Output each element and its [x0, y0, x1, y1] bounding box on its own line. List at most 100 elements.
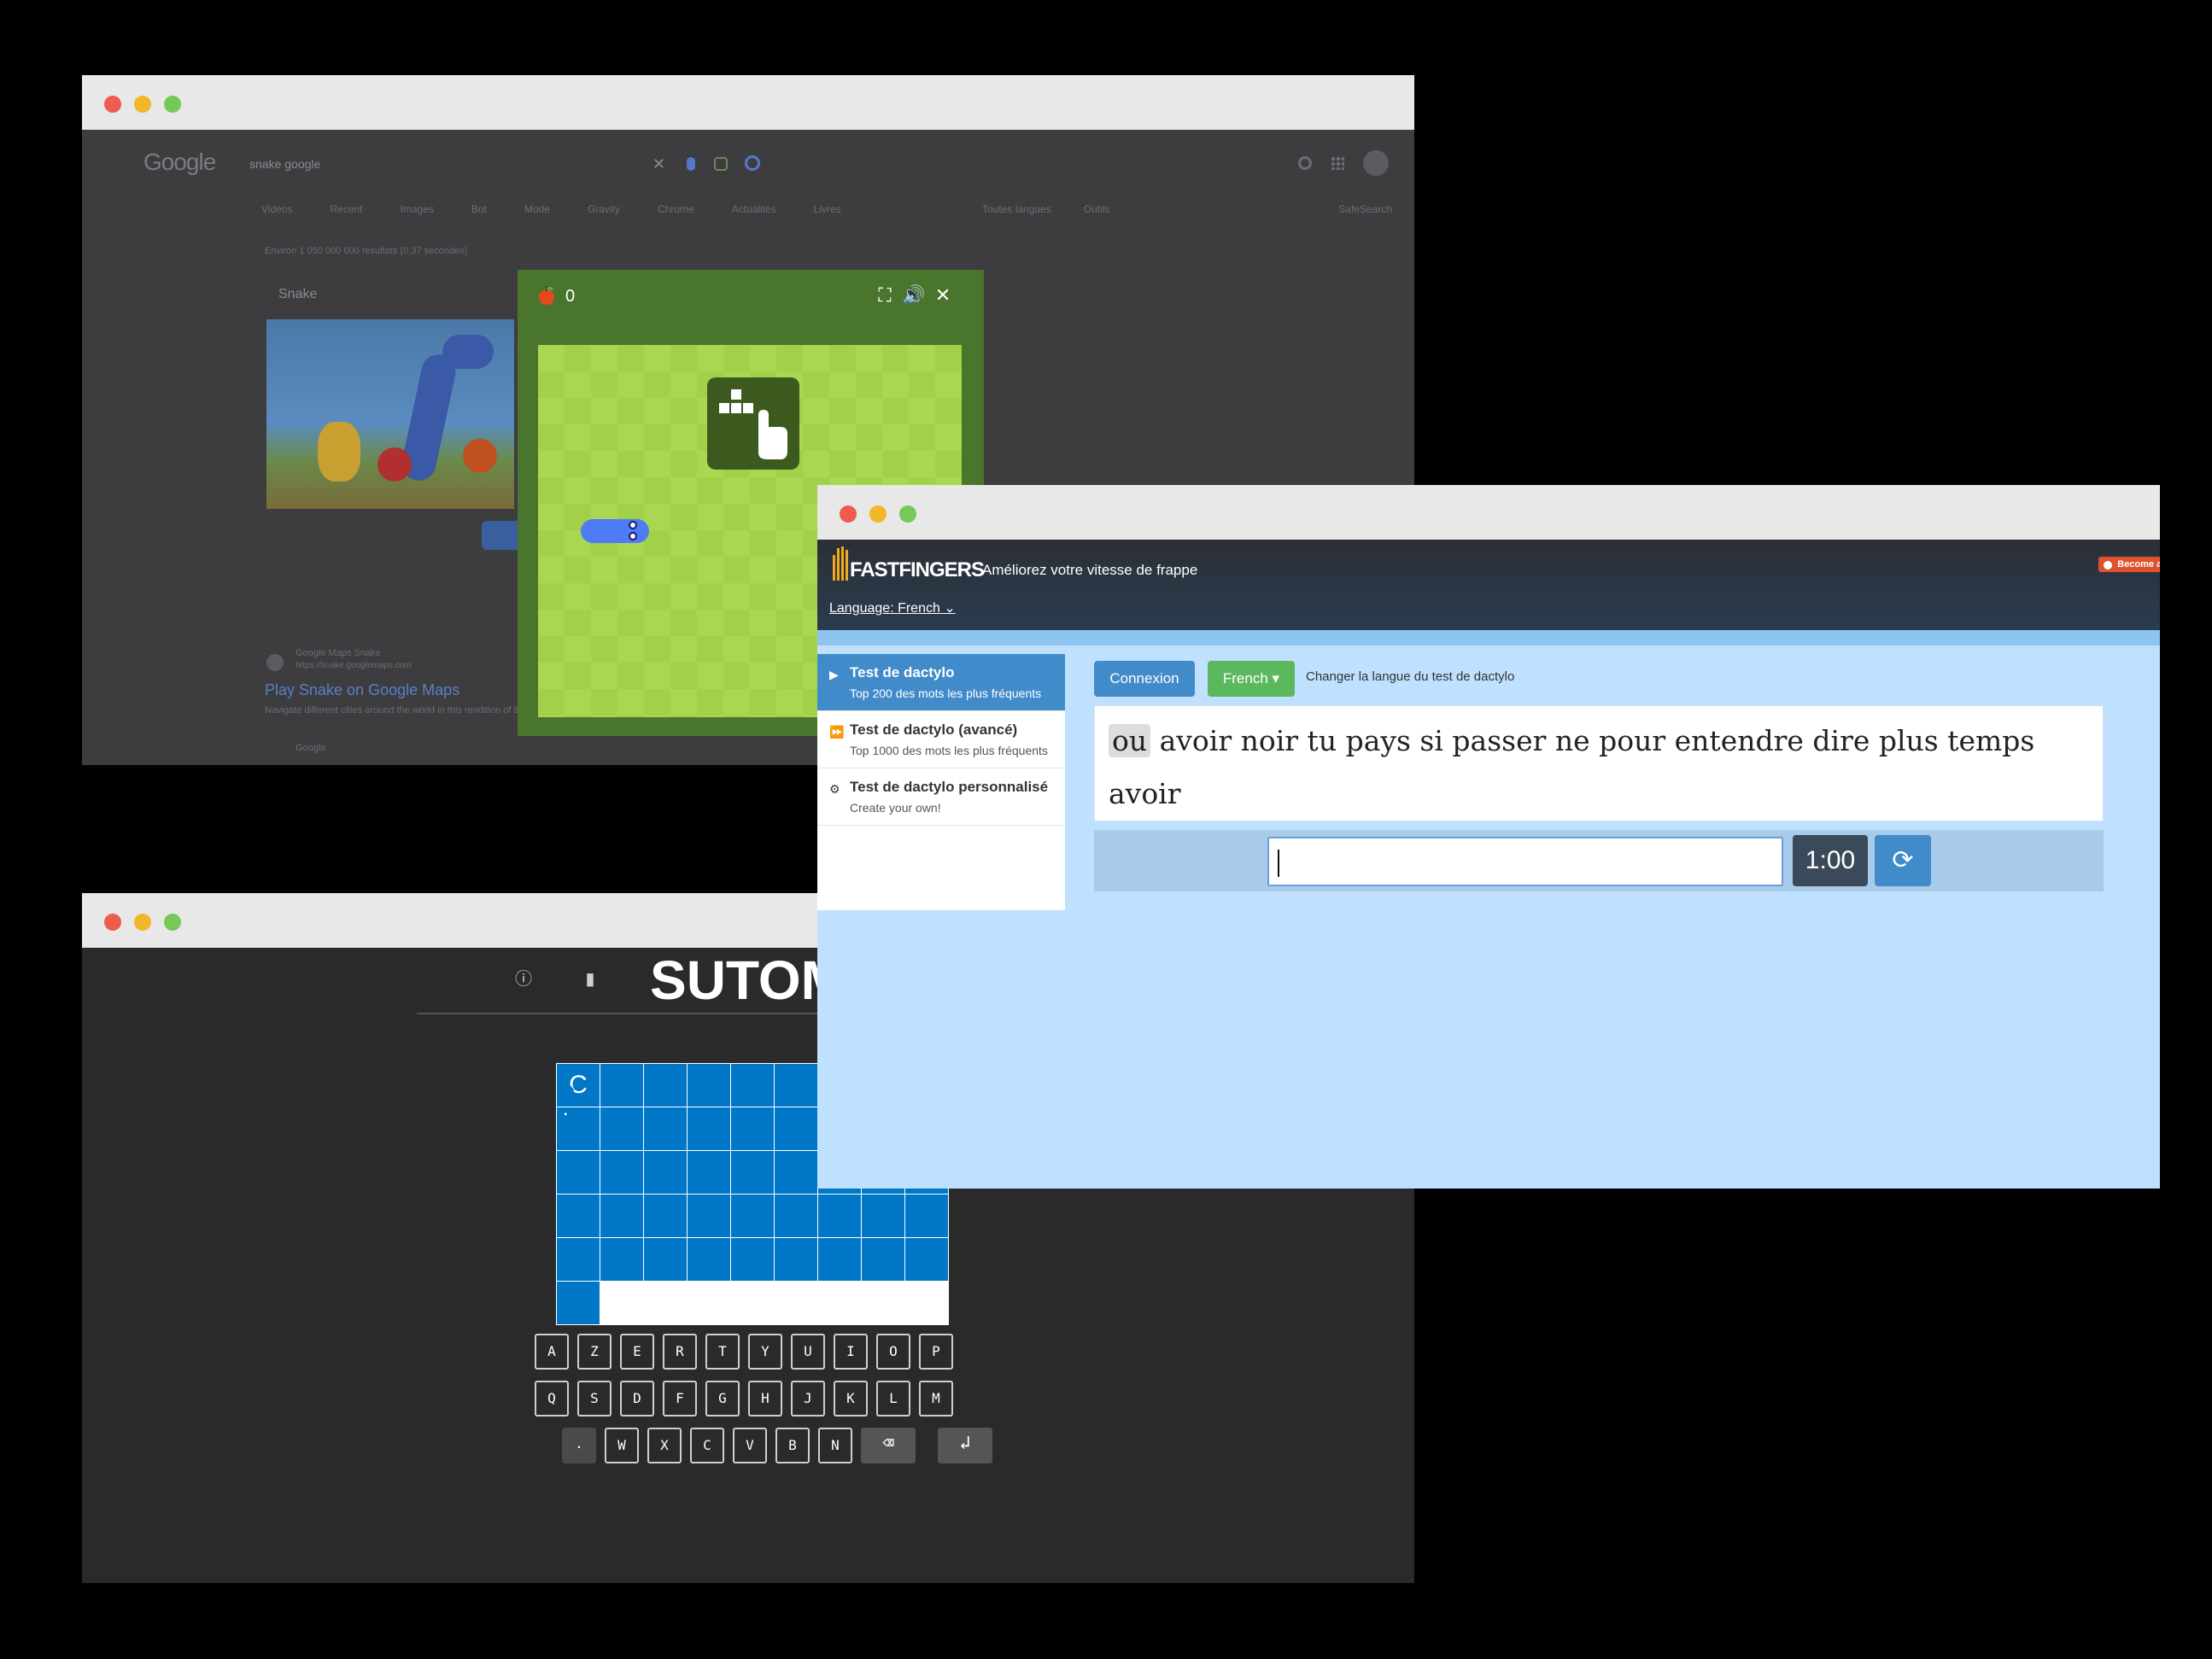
- play-icon: ▶: [829, 668, 839, 681]
- sidebar-item-label: Test de dactylo (avancé): [850, 721, 1018, 738]
- key-n[interactable]: N: [818, 1428, 852, 1463]
- key-s[interactable]: S: [577, 1381, 612, 1417]
- tab-gravity[interactable]: Gravity: [588, 203, 620, 215]
- key-o[interactable]: O: [876, 1334, 910, 1370]
- search-input[interactable]: snake google ✕: [249, 145, 779, 183]
- result-title-link[interactable]: Play Snake on Google Maps: [265, 681, 459, 699]
- close-window-button[interactable]: [104, 914, 121, 931]
- tab-recent[interactable]: Recent: [330, 203, 362, 215]
- fast-forward-icon: ⏩: [829, 725, 845, 739]
- maximize-window-button[interactable]: [899, 505, 916, 523]
- grid-cell: [775, 1107, 817, 1150]
- language-dropdown[interactable]: Language: French ⌄: [829, 599, 956, 616]
- key-i[interactable]: I: [834, 1334, 868, 1370]
- clear-search-icon[interactable]: ✕: [652, 145, 665, 183]
- search-tabs: Vidéos Recent Images Bot Mode Gravity Ch…: [261, 203, 841, 215]
- window-titlebar[interactable]: [82, 75, 1414, 130]
- grid-cell: [818, 1238, 861, 1281]
- google-logo[interactable]: Google: [143, 149, 216, 176]
- sidebar-item-typing-test[interactable]: ▶ Test de dactylo Top 200 des mots les p…: [817, 654, 1065, 711]
- avatar[interactable]: [1363, 150, 1389, 176]
- tab-news[interactable]: Actualités: [732, 203, 776, 215]
- key-v[interactable]: V: [733, 1428, 767, 1463]
- key-u[interactable]: U: [791, 1334, 825, 1370]
- settings-icon[interactable]: [1298, 156, 1312, 170]
- search-icon[interactable]: [745, 155, 760, 171]
- tab-books[interactable]: Livres: [814, 203, 841, 215]
- apps-grid-icon[interactable]: [1331, 156, 1344, 170]
- grid-cell: [644, 1107, 687, 1150]
- close-icon[interactable]: ✕: [931, 283, 955, 307]
- key-x[interactable]: X: [647, 1428, 682, 1463]
- minimize-window-button[interactable]: [134, 914, 151, 931]
- key-z[interactable]: Z: [577, 1334, 612, 1370]
- search-query[interactable]: snake google: [249, 157, 320, 171]
- key-f[interactable]: F: [663, 1381, 697, 1417]
- tools-button[interactable]: Outils: [1084, 203, 1110, 215]
- grid-cell: [688, 1107, 730, 1150]
- window-titlebar[interactable]: [817, 485, 2160, 540]
- grid-cell: [905, 1238, 948, 1281]
- tab-bot[interactable]: Bot: [471, 203, 487, 215]
- key-a[interactable]: A: [535, 1334, 569, 1370]
- lens-icon[interactable]: [714, 157, 728, 171]
- key-r[interactable]: R: [663, 1334, 697, 1370]
- grid-cell: [600, 1195, 643, 1237]
- key-k[interactable]: K: [834, 1381, 868, 1417]
- grid-cell: [818, 1195, 861, 1237]
- microphone-icon[interactable]: [687, 157, 695, 171]
- typing-input[interactable]: [1267, 837, 1783, 886]
- volume-icon[interactable]: 🔊: [902, 283, 926, 307]
- change-language-text: Changer la langue du test de dactylo: [1306, 669, 1515, 684]
- upcoming-words: avoir noir tu pays si passer ne pour ent…: [1109, 724, 2035, 810]
- key-j[interactable]: J: [791, 1381, 825, 1417]
- minimize-window-button[interactable]: [869, 505, 887, 523]
- maximize-window-button[interactable]: [164, 96, 181, 113]
- result-source: Google: [296, 743, 326, 753]
- key-c[interactable]: C: [690, 1428, 724, 1463]
- language-filter[interactable]: Toutes langues: [982, 203, 1051, 215]
- safesearch-button[interactable]: SafeSearch: [1338, 203, 1392, 215]
- key-dot[interactable]: .: [562, 1428, 596, 1463]
- backspace-key[interactable]: ⌫: [861, 1428, 916, 1463]
- key-t[interactable]: T: [705, 1334, 740, 1370]
- key-h[interactable]: H: [748, 1381, 782, 1417]
- key-w[interactable]: W: [605, 1428, 639, 1463]
- key-b[interactable]: B: [775, 1428, 810, 1463]
- key-p[interactable]: P: [919, 1334, 953, 1370]
- grid-cell: [862, 1195, 904, 1237]
- key-m[interactable]: M: [919, 1381, 953, 1417]
- tab-videos[interactable]: Vidéos: [261, 203, 292, 215]
- sidebar-item-label: Test de dactylo: [850, 664, 955, 681]
- maximize-window-button[interactable]: [164, 914, 181, 931]
- key-y[interactable]: Y: [748, 1334, 782, 1370]
- tab-images[interactable]: Images: [401, 203, 434, 215]
- sidebar-item-custom-test[interactable]: ⚙ Test de dactylo personnalisé Create yo…: [817, 768, 1065, 826]
- language-select-button[interactable]: French ▾: [1208, 661, 1295, 697]
- close-window-button[interactable]: [840, 505, 857, 523]
- enter-key[interactable]: ↲: [938, 1428, 992, 1463]
- key-l[interactable]: L: [876, 1381, 910, 1417]
- snake-promo-image[interactable]: [266, 319, 514, 509]
- knowledge-panel-title: Snake: [278, 287, 318, 301]
- close-window-button[interactable]: [104, 96, 121, 113]
- tab-mode[interactable]: Mode: [524, 203, 550, 215]
- grid-cell: [600, 1064, 643, 1107]
- refresh-button[interactable]: ⟳: [1875, 835, 1931, 886]
- key-q[interactable]: Q: [535, 1381, 569, 1417]
- snake-player: [581, 519, 649, 543]
- fastfingers-window: FASTFINGERS Améliorez votre vitesse de f…: [817, 485, 2160, 1189]
- key-d[interactable]: D: [620, 1381, 654, 1417]
- grid-cell: [557, 1282, 600, 1324]
- grid-cell: [905, 1195, 948, 1237]
- key-g[interactable]: G: [705, 1381, 740, 1417]
- sidebar-item-advanced-test[interactable]: ⏩ Test de dactylo (avancé) Top 1000 des …: [817, 711, 1065, 768]
- grid-cell: [775, 1064, 817, 1107]
- minimize-window-button[interactable]: [134, 96, 151, 113]
- login-button[interactable]: Connexion: [1094, 661, 1195, 697]
- fullscreen-icon[interactable]: ⛶: [873, 283, 897, 307]
- tab-chrome[interactable]: Chrome: [658, 203, 694, 215]
- become-patron-button[interactable]: Become a p: [2098, 557, 2160, 572]
- key-e[interactable]: E: [620, 1334, 654, 1370]
- result-url: https://snake.googlemaps.com: [296, 661, 412, 670]
